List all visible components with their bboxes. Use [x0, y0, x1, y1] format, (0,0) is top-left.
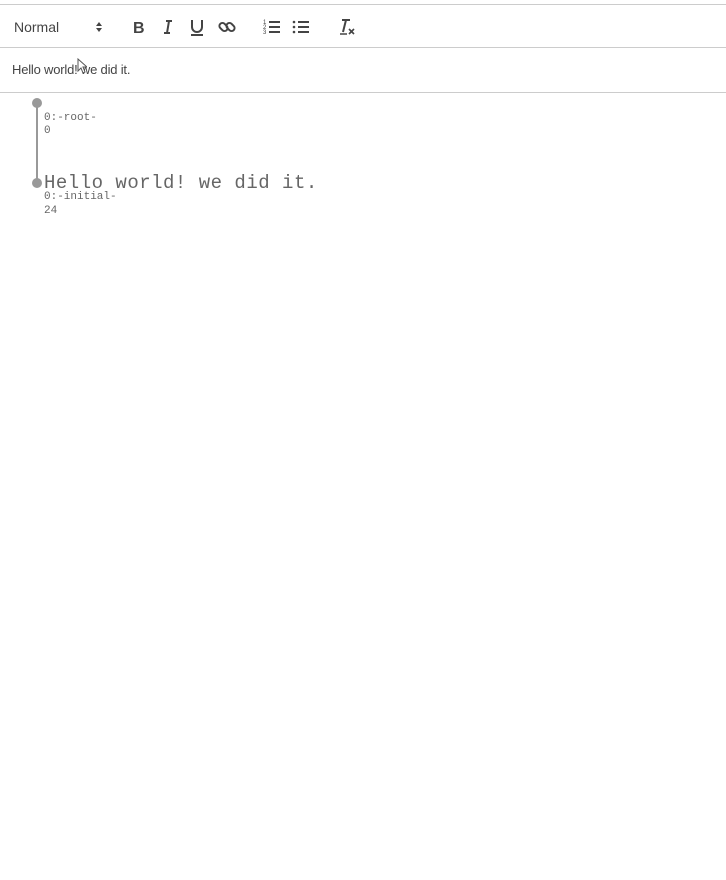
clear-format-icon	[336, 16, 358, 38]
select-arrows-icon	[94, 20, 104, 34]
underline-icon	[186, 16, 208, 38]
tree-node-initial-id: 0:-initial-	[44, 191, 117, 203]
header-format-value: Normal	[14, 19, 60, 35]
tree-node-root-offset: 0	[44, 125, 51, 137]
tree-node-initial-offset: 24	[44, 205, 58, 217]
tree-connector-line	[36, 103, 38, 183]
clear-format-button[interactable]	[336, 16, 358, 38]
link-button[interactable]	[216, 16, 238, 38]
bold-icon: B	[128, 16, 150, 38]
tree-node-dot-initial	[32, 178, 42, 188]
editor-text: Hello world! we did it.	[12, 62, 131, 77]
underline-button[interactable]	[186, 16, 208, 38]
editor-toolbar: Normal B 1 2 3	[0, 5, 726, 48]
ordered-list-button[interactable]: 1 2 3	[261, 16, 283, 38]
rich-text-editor: Normal B 1 2 3 Hello world! we did it.	[0, 4, 726, 93]
bold-button[interactable]: B	[128, 16, 150, 38]
tree-node-initial-text: Hello world! we did it.	[44, 172, 318, 194]
italic-button[interactable]	[157, 16, 179, 38]
ordered-list-icon: 1 2 3	[261, 16, 283, 38]
tree-node-dot-root	[32, 98, 42, 108]
bullet-list-icon	[290, 16, 312, 38]
bullet-list-button[interactable]	[290, 16, 312, 38]
svg-text:3: 3	[263, 30, 267, 36]
link-icon	[216, 16, 238, 38]
tree-node-root-id: 0:-root-	[44, 112, 97, 124]
header-format-select[interactable]: Normal	[14, 16, 104, 38]
svg-text:B: B	[133, 20, 145, 37]
mouse-cursor-icon	[77, 57, 89, 74]
document-tree-view: 0:-root- 0 Hello world! we did it. 0:-in…	[0, 93, 726, 293]
editor-content[interactable]: Hello world! we did it.	[0, 48, 726, 92]
italic-icon	[157, 16, 179, 38]
